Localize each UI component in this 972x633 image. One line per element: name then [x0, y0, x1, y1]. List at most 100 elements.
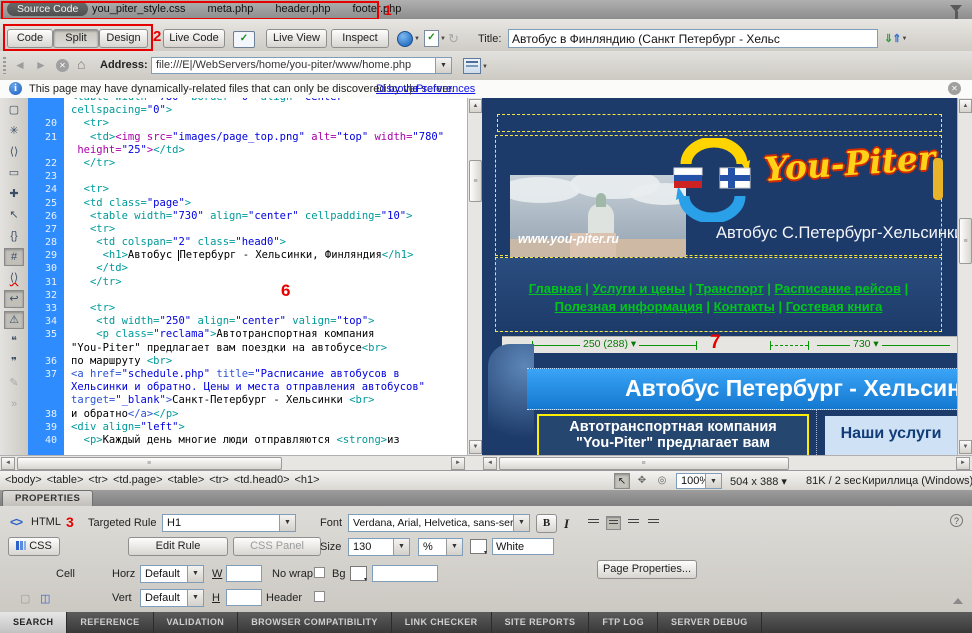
address-dropdown-icon[interactable]: ▼ [435, 58, 451, 73]
live-view-button[interactable]: Live View [266, 29, 327, 48]
properties-panel-tab[interactable]: PROPERTIES [2, 490, 93, 506]
code-line[interactable] [64, 170, 467, 183]
design-view[interactable]: www.you-piter.ru You-Piter Ав [482, 98, 957, 455]
align-right-icon[interactable] [626, 516, 641, 530]
code-scroll-thumb[interactable]: ≡ [469, 160, 482, 202]
collapse-panel-icon[interactable] [953, 598, 963, 604]
text-color-input[interactable] [492, 538, 554, 555]
tag-selector-item[interactable]: <body> [5, 474, 42, 486]
validate-dropdown-icon[interactable]: ▼ [440, 36, 446, 42]
code-line[interactable]: Хельсинки и обратно. Цены и места отправ… [64, 381, 467, 394]
format-source-code-icon[interactable]: ✎ [4, 374, 24, 392]
tag-selector-item[interactable]: <table> [168, 474, 205, 486]
h-input[interactable] [226, 589, 262, 606]
highlight-invalid-code-icon[interactable]: ⟨⟩ [4, 269, 24, 287]
design-nav-link[interactable]: Гостевая книга [786, 299, 883, 314]
results-tab-ftp-log[interactable]: FTP LOG [589, 612, 658, 633]
vert-select[interactable]: Default▼ [140, 589, 204, 607]
code-horizontal-scrollbar[interactable]: ◄ ≡ ► [0, 455, 467, 470]
title-input[interactable] [508, 29, 878, 48]
code-line[interactable]: <p class="reclama">Автотранспортная комп… [64, 328, 467, 341]
design-nav-link[interactable]: Контакты [714, 299, 775, 314]
open-documents-icon[interactable]: ▢ [4, 101, 24, 119]
code-line[interactable] [64, 289, 467, 302]
code-vertical-scrollbar[interactable]: ▲ ≡ ▼ [467, 98, 482, 455]
bold-button[interactable]: B [536, 514, 557, 533]
view-options-dropdown-icon[interactable]: ▼ [482, 64, 488, 70]
design-scroll-thumb[interactable]: ≡ [959, 218, 972, 264]
code-line[interactable]: <td colspan="2" class="head0"> [64, 236, 467, 249]
inspect-button[interactable]: Inspect [331, 29, 389, 48]
remove-comment-icon[interactable]: ❞ [4, 353, 24, 371]
code-line[interactable]: и обратно</a></p> [64, 408, 467, 421]
preview-dropdown-icon[interactable]: ▼ [414, 36, 420, 42]
scroll-down-icon[interactable]: ▼ [469, 440, 482, 454]
close-info-bar-icon[interactable]: ✕ [948, 82, 961, 95]
nowrap-checkbox[interactable] [314, 567, 325, 578]
scroll-up-icon[interactable]: ▲ [469, 99, 482, 113]
code-line[interactable]: <td class="page"> [64, 197, 467, 210]
code-line[interactable]: <table width="730" align="center" cellpa… [64, 210, 467, 223]
tag-selector-item[interactable]: <td.head0> [234, 474, 290, 486]
code-line[interactable]: по маршруту <br> [64, 355, 467, 368]
source-code-tab[interactable]: Source Code [7, 2, 88, 16]
code-navigator-icon[interactable]: ✳ [4, 122, 24, 140]
code-line[interactable]: <a href="schedule.php" title="Расписание… [64, 368, 467, 381]
hand-tool-icon[interactable]: ✥ [634, 473, 650, 489]
design-left-cell[interactable]: Автотранспортная компания "You-Piter" пр… [537, 414, 809, 455]
bg-color-swatch[interactable] [350, 566, 367, 581]
results-tab-browser-compatibility[interactable]: BROWSER COMPATIBILITY [238, 612, 392, 633]
code-line[interactable]: </tr> [64, 276, 467, 289]
design-right-cell[interactable]: Наши услуги [825, 416, 957, 455]
code-line[interactable]: cellspacing="0"> [64, 104, 467, 117]
code-line[interactable]: <tr> [64, 183, 467, 196]
tag-selector-item[interactable]: <table> [47, 474, 84, 486]
align-justify-icon[interactable] [646, 516, 661, 530]
code-line[interactable]: <td><img src="images/page_top.png" alt="… [64, 131, 467, 144]
apply-comment-icon[interactable]: ❝ [4, 332, 24, 350]
horz-select[interactable]: Default▼ [140, 565, 204, 583]
code-line[interactable]: <td width="250" align="center" valign="t… [64, 315, 467, 328]
results-tab-site-reports[interactable]: SITE REPORTS [492, 612, 590, 633]
code-editor[interactable]: <table width="780" border="0" align="cen… [64, 98, 467, 455]
toolbar-grip[interactable] [3, 57, 6, 74]
results-tab-validation[interactable]: VALIDATION [154, 612, 239, 633]
css-panel-button[interactable]: CSS Panel [233, 537, 321, 556]
page-properties-button[interactable]: Page Properties... [597, 560, 697, 579]
code-hscroll-thumb[interactable]: ≡ [17, 457, 282, 470]
view-options-icon[interactable] [463, 58, 481, 74]
design-scroll-down-icon[interactable]: ▼ [959, 440, 972, 454]
related-file-tab[interactable]: header.php [275, 3, 330, 15]
preferences-link[interactable]: Preferences [416, 83, 475, 95]
results-tab-link-checker[interactable]: LINK CHECKER [392, 612, 492, 633]
results-tab-reference[interactable]: REFERENCE [67, 612, 153, 633]
table-width-bar[interactable]: 250 (288) ▾ 730 ▾ [502, 336, 957, 353]
collapse-full-tag-icon[interactable]: ⟨⟩ [4, 143, 24, 161]
validate-page-icon[interactable]: ✓ [424, 30, 439, 47]
line-numbers-icon[interactable]: # [4, 248, 24, 266]
edit-rule-button[interactable]: Edit Rule [128, 537, 228, 556]
bg-input[interactable] [372, 565, 438, 582]
design-top-row-outline[interactable] [497, 114, 942, 132]
column-width-menu[interactable]: 250 (288) ▾ [580, 338, 639, 350]
align-left-icon[interactable] [586, 516, 601, 530]
more-chevron-icon[interactable]: » [4, 395, 24, 413]
code-view-button[interactable]: Code [7, 29, 53, 48]
balance-braces-icon[interactable]: {} [4, 227, 24, 245]
expand-all-icon[interactable]: ✚ [4, 185, 24, 203]
zoom-tool-icon[interactable]: ◎ [654, 473, 670, 489]
live-code-button[interactable]: Live Code [163, 29, 225, 48]
design-nav-link[interactable]: Расписание рейсов [775, 281, 901, 296]
design-vertical-scrollbar[interactable]: ▲ ≡ ▼ [957, 98, 972, 455]
code-line[interactable]: height="25"></td> [64, 144, 467, 157]
preview-in-browser-icon[interactable] [397, 31, 413, 47]
table-width-menu[interactable]: 730 ▾ [850, 338, 882, 350]
split-view-button[interactable]: Split [53, 29, 99, 48]
tag-selector-item[interactable]: <tr> [88, 474, 108, 486]
help-icon[interactable]: ? [950, 514, 963, 527]
design-horizontal-scrollbar[interactable]: ◄ ≡ ► [467, 455, 972, 470]
design-scroll-up-icon[interactable]: ▲ [959, 99, 972, 113]
design-nav-link[interactable]: Полезная информация [555, 299, 703, 314]
tag-selector-item[interactable]: <h1> [295, 474, 320, 486]
related-file-tab[interactable]: meta.php [208, 3, 254, 15]
